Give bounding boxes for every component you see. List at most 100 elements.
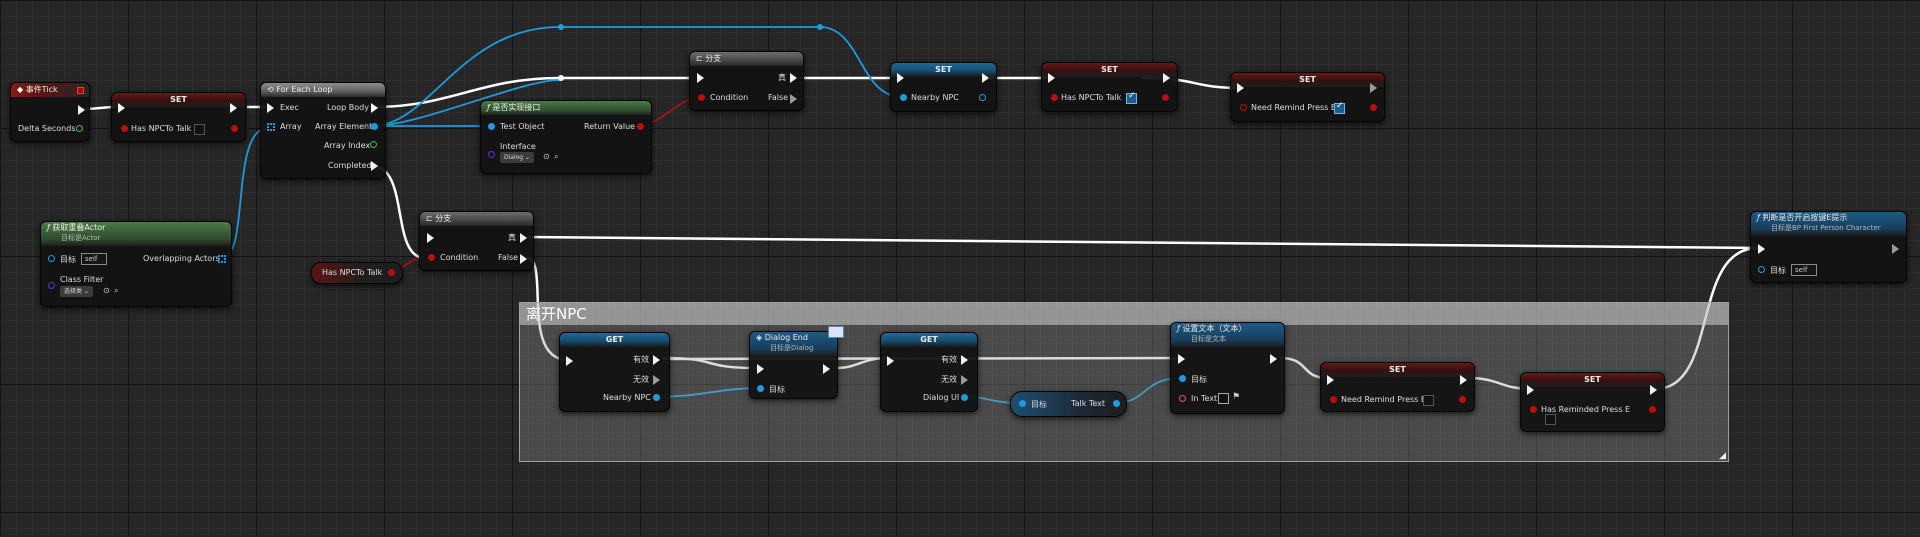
exec-in-pin[interactable] bbox=[566, 356, 573, 366]
localize-flag-icon[interactable]: ⚑ bbox=[1232, 392, 1240, 402]
resize-grip-icon[interactable]: ◢ bbox=[1719, 451, 1726, 461]
target-pin[interactable] bbox=[757, 385, 764, 392]
class-filter-pin[interactable] bbox=[48, 282, 55, 289]
bool-in-pin[interactable] bbox=[1330, 396, 1337, 403]
exec-out-pin[interactable] bbox=[1460, 375, 1467, 385]
value-checkbox[interactable] bbox=[1423, 395, 1434, 406]
exec-out-pin[interactable] bbox=[1370, 83, 1377, 93]
talk-text-getter-node[interactable]: 目标 Talk Text bbox=[1010, 391, 1127, 417]
target-pin[interactable] bbox=[1758, 266, 1765, 273]
target-pin[interactable] bbox=[1019, 400, 1026, 407]
valid-pin[interactable] bbox=[961, 355, 968, 365]
exec-in-pin[interactable] bbox=[1178, 354, 1185, 364]
array-index-pin[interactable] bbox=[370, 141, 377, 148]
value-checkbox[interactable] bbox=[194, 124, 205, 135]
target-pin[interactable] bbox=[48, 255, 55, 262]
set-nearby-npc-node[interactable]: SET Nearby NPC bbox=[890, 62, 997, 112]
condition-pin[interactable] bbox=[698, 94, 705, 101]
bool-in-pin[interactable] bbox=[1240, 104, 1247, 111]
bool-in-pin[interactable] bbox=[1530, 406, 1537, 413]
value-checkbox[interactable] bbox=[1126, 91, 1137, 104]
interface-dropdown[interactable]: Dialog ⌄ bbox=[500, 152, 535, 163]
object-out-pin[interactable] bbox=[961, 394, 968, 401]
exec-in-pin[interactable] bbox=[1048, 73, 1055, 83]
exec-in-pin[interactable] bbox=[1527, 385, 1534, 395]
true-pin[interactable] bbox=[520, 233, 527, 243]
true-pin[interactable] bbox=[790, 73, 797, 83]
object-out-pin[interactable] bbox=[1113, 400, 1120, 407]
blueprint-graph-canvas[interactable]: { "nodes": { "event_tick": {"title": "事件… bbox=[0, 0, 1920, 537]
exec-in-pin[interactable] bbox=[887, 356, 894, 366]
get-dialog-ui-node[interactable]: GET 有效 无效 Dialog UI bbox=[880, 332, 978, 412]
set-has-npc-to-talk-node[interactable]: SET Has NPCTo Talk bbox=[111, 92, 246, 142]
browse-icon[interactable]: ⊙ bbox=[543, 152, 550, 161]
set-has-reminded-press-e-node[interactable]: SET Has Reminded Press E bbox=[1520, 372, 1665, 432]
bool-in-pin[interactable] bbox=[1051, 94, 1058, 101]
branch-node-2[interactable]: ⊏ 分支 真 Condition False bbox=[419, 211, 534, 271]
exec-in-pin[interactable] bbox=[697, 73, 704, 83]
object-in-pin[interactable] bbox=[900, 94, 907, 101]
value-checkbox[interactable] bbox=[1545, 414, 1556, 425]
exec-in-pin[interactable] bbox=[118, 103, 125, 113]
get-overlapping-actors-node[interactable]: ƒ 获取重叠Actor 目标是Actor 目标 self Overlapping… bbox=[40, 221, 232, 307]
overlapping-actors-pin[interactable] bbox=[218, 255, 226, 263]
exec-in-pin[interactable] bbox=[1327, 375, 1334, 385]
self-field[interactable]: self bbox=[1791, 264, 1817, 276]
return-value-pin[interactable] bbox=[637, 123, 644, 130]
exec-in-pin[interactable] bbox=[1237, 83, 1244, 93]
dialog-end-node[interactable]: ◈ Dialog End 目标是Dialog 目标 bbox=[749, 326, 844, 399]
has-npc-to-talk-getter[interactable]: Has NPCTo Talk bbox=[311, 262, 403, 284]
delegate-pin-icon[interactable] bbox=[77, 87, 84, 94]
exec-in-pin[interactable] bbox=[757, 364, 764, 374]
search-icon[interactable]: ⌕ bbox=[554, 152, 558, 162]
in-text-pin[interactable] bbox=[1179, 395, 1186, 402]
select-class-dropdown[interactable]: 选择类 ⌄ bbox=[60, 286, 93, 297]
false-pin[interactable] bbox=[520, 254, 527, 264]
bool-out-pin[interactable] bbox=[1649, 406, 1656, 413]
target-pin[interactable] bbox=[1179, 375, 1186, 382]
exec-out-pin[interactable] bbox=[1650, 385, 1657, 395]
interface-pin[interactable] bbox=[488, 151, 495, 158]
exec-out-pin[interactable] bbox=[78, 105, 85, 115]
bool-out-pin[interactable] bbox=[1370, 104, 1377, 111]
set-text-node[interactable]: ƒ 设置文本（文本） 目标是文本 目标 In Text ⚑ bbox=[1170, 322, 1285, 414]
exec-out-pin[interactable] bbox=[1163, 73, 1170, 83]
search-icon[interactable]: ⌕ bbox=[114, 286, 118, 296]
exec-in-pin[interactable] bbox=[1758, 244, 1765, 254]
exec-in-pin[interactable] bbox=[267, 103, 274, 113]
set-has-npc-to-talk-node-2[interactable]: SET Has NPCTo Talk bbox=[1041, 62, 1178, 112]
object-out-pin[interactable] bbox=[653, 394, 660, 401]
exec-in-pin[interactable] bbox=[897, 73, 904, 83]
delta-seconds-pin[interactable] bbox=[76, 125, 83, 132]
condition-pin[interactable] bbox=[428, 254, 435, 261]
bool-in-pin[interactable] bbox=[121, 125, 128, 132]
exec-out-pin[interactable] bbox=[982, 73, 989, 83]
exec-out-pin[interactable] bbox=[1270, 354, 1277, 364]
valid-pin[interactable] bbox=[653, 355, 660, 365]
bool-out-pin[interactable] bbox=[1459, 396, 1466, 403]
exec-out-pin[interactable] bbox=[230, 103, 237, 113]
value-checkbox[interactable] bbox=[1334, 101, 1345, 114]
exec-out-pin[interactable] bbox=[823, 364, 830, 374]
bool-out-pin[interactable] bbox=[231, 125, 238, 132]
invalid-pin[interactable] bbox=[961, 375, 968, 385]
test-object-pin[interactable] bbox=[488, 123, 495, 130]
in-text-field[interactable] bbox=[1218, 393, 1229, 404]
loop-body-pin[interactable] bbox=[371, 103, 378, 113]
exec-out-pin[interactable] bbox=[1892, 244, 1899, 254]
array-in-pin[interactable] bbox=[267, 123, 275, 131]
get-nearby-npc-node[interactable]: GET 有效 无效 Nearby NPC bbox=[559, 332, 670, 412]
false-pin[interactable] bbox=[790, 94, 797, 104]
array-element-pin[interactable] bbox=[371, 123, 378, 130]
invalid-pin[interactable] bbox=[653, 375, 660, 385]
branch-node-1[interactable]: ⊏ 分支 真 Condition False bbox=[689, 51, 804, 111]
bool-out-pin[interactable] bbox=[1162, 94, 1169, 101]
for-each-loop-node[interactable]: ⟲ For Each Loop Exec Array Loop Body Arr… bbox=[260, 82, 386, 179]
event-tick-node[interactable]: ◆ 事件Tick Delta Seconds bbox=[10, 82, 90, 142]
completed-pin[interactable] bbox=[371, 161, 378, 171]
browse-icon[interactable]: ⊙ bbox=[103, 286, 110, 295]
does-implement-interface-node[interactable]: ƒ 是否实现接口 Test Object Return Value Interf… bbox=[480, 100, 652, 174]
exec-in-pin[interactable] bbox=[427, 233, 434, 243]
object-out-pin[interactable] bbox=[979, 94, 986, 101]
set-need-remind-press-e-node-2[interactable]: SET Need Remind Press E bbox=[1320, 362, 1475, 412]
